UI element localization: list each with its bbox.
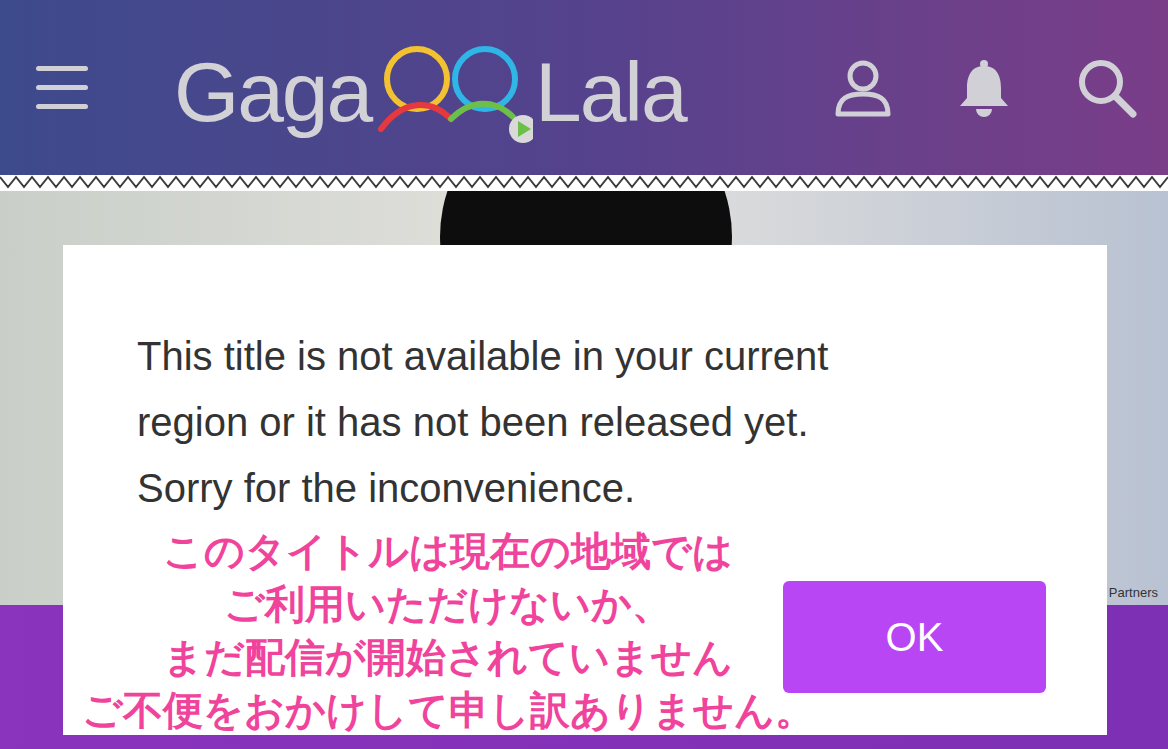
bell-icon[interactable]: [956, 58, 1012, 118]
translation-line: ご利用いただけないか、: [224, 578, 672, 631]
logo-rings-icon: [373, 37, 533, 147]
app: Gaga Lala Partners This title is not availa…: [0, 0, 1168, 749]
logo-text: Lala: [535, 50, 685, 134]
menu-icon[interactable]: [34, 63, 90, 113]
message-line: This title is not available in your curr…: [137, 323, 1067, 389]
dialog-message: This title is not available in your curr…: [63, 245, 1107, 521]
ok-button[interactable]: OK: [783, 581, 1046, 693]
top-bar: Gaga Lala: [0, 0, 1168, 175]
dialog-footer: このタイトルは現在の地域ではご利用いただけないか、まだ配信が開始されていませんご…: [63, 521, 1107, 737]
translation: このタイトルは現在の地域ではご利用いただけないか、まだ配信が開始されていませんご…: [63, 525, 833, 737]
user-icon[interactable]: [834, 58, 892, 118]
dialog: This title is not available in your curr…: [63, 245, 1107, 735]
message-line: Sorry for the inconvenience.: [137, 455, 1067, 521]
zigzag-divider: [0, 175, 1168, 191]
logo[interactable]: Gaga Lala: [174, 37, 686, 147]
translation-line: ご不便をおかけして申し訳ありません。: [82, 684, 815, 737]
search-icon[interactable]: [1076, 57, 1138, 119]
logo-text: Gaga: [174, 50, 371, 134]
message-line: region or it has not been released yet.: [137, 389, 1067, 455]
banner-caption: Partners: [1109, 583, 1158, 603]
header-actions: [834, 57, 1138, 119]
translation-line: このタイトルは現在の地域では: [163, 525, 733, 578]
translation-line: まだ配信が開始されていません: [163, 631, 733, 684]
